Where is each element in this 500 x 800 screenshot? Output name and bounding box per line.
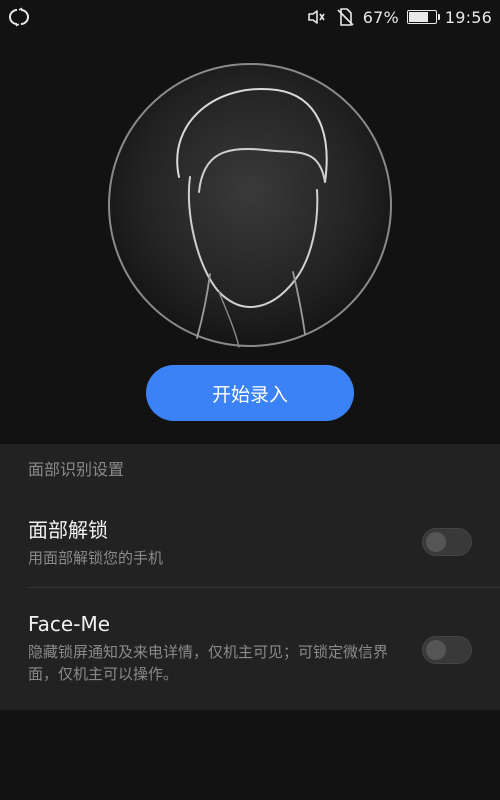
status-icons: 67% 19:56 — [307, 0, 492, 34]
battery-level-fill — [408, 12, 428, 22]
face-me-subtitle: 隐藏锁屏通知及来电详情，仅机主可见；可锁定微信界面，仅机主可以操作。 — [28, 643, 389, 683]
face-outline-illustration — [107, 62, 393, 348]
toggle-knob — [426, 532, 446, 552]
sync-icon — [8, 6, 30, 28]
face-me-toggle[interactable] — [422, 636, 472, 664]
status-bar: 67% 19:56 — [0, 0, 500, 34]
start-enrollment-button[interactable]: 开始录入 — [146, 365, 354, 421]
vibrate-icon — [307, 7, 327, 27]
face-unlock-subtitle: 用面部解锁您的手机 — [28, 549, 164, 567]
face-me-row[interactable]: Face-Me 隐藏锁屏通知及来电详情，仅机主可见；可锁定微信界面，仅机主可以操… — [28, 612, 472, 702]
face-recognition-settings-panel: 面部识别设置 面部解锁 用面部解锁您的手机 Face-Me 隐藏锁屏通知及来电详… — [0, 444, 500, 710]
face-me-title: Face-Me — [28, 612, 111, 636]
battery-percent: 67% — [362, 7, 399, 27]
face-unlock-title: 面部解锁 — [28, 518, 108, 542]
divider — [28, 587, 500, 588]
no-sim-icon — [335, 7, 355, 27]
section-title: 面部识别设置 — [28, 460, 125, 479]
toggle-knob — [426, 640, 446, 660]
clock: 19:56 — [444, 7, 492, 27]
face-unlock-row[interactable]: 面部解锁 用面部解锁您的手机 — [28, 518, 472, 578]
face-unlock-toggle[interactable] — [422, 528, 472, 556]
battery-icon — [406, 10, 440, 24]
